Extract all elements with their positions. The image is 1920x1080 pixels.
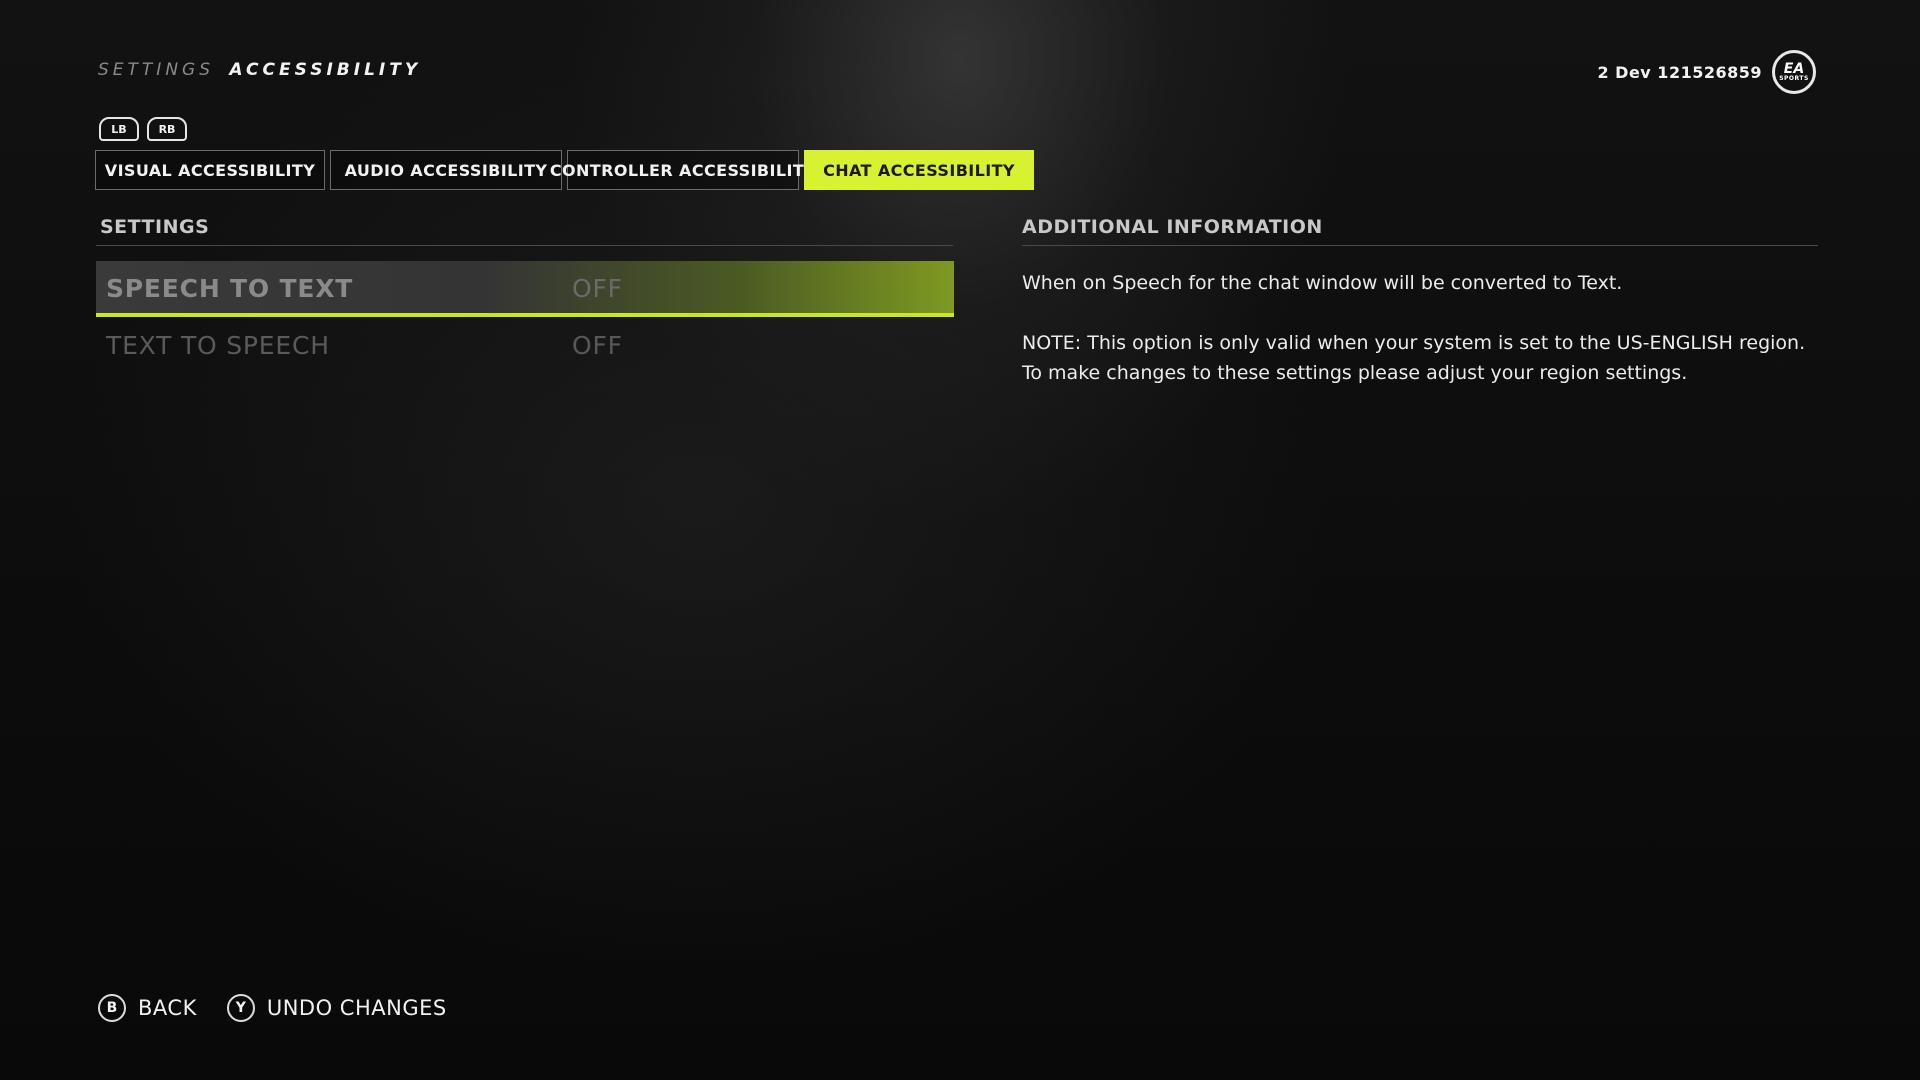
tab-audio-accessibility[interactable]: AUDIO ACCESSIBILITY xyxy=(330,150,562,190)
tab-visual-accessibility[interactable]: VISUAL ACCESSIBILITY xyxy=(95,150,325,190)
y-button-icon: Y xyxy=(226,994,255,1022)
breadcrumb: SETTINGS ACCESSIBILITY xyxy=(98,60,421,80)
tab-chat-accessibility[interactable]: CHAT ACCESSIBILITY xyxy=(804,150,1034,190)
lb-button-icon[interactable]: LB xyxy=(99,117,139,141)
breadcrumb-current: ACCESSIBILITY xyxy=(229,60,422,80)
back-label: BACK xyxy=(138,996,197,1020)
setting-value[interactable]: OFF xyxy=(572,274,623,303)
info-divider xyxy=(1022,245,1818,246)
info-heading: ADDITIONAL INFORMATION xyxy=(1022,216,1323,238)
breadcrumb-parent[interactable]: SETTINGS xyxy=(98,60,214,80)
tab-controller-accessibility[interactable]: CONTROLLER ACCESSIBILITY xyxy=(550,150,816,190)
info-text: When on Speech for the chat window will … xyxy=(1022,268,1822,418)
undo-changes-label: UNDO CHANGES xyxy=(266,996,447,1020)
setting-value[interactable]: OFF xyxy=(572,331,623,360)
settings-screen: SETTINGS ACCESSIBILITY 2 Dev 121526859 E… xyxy=(0,0,1920,1080)
back-button[interactable]: B BACK xyxy=(98,994,197,1022)
ea-sports-logo-icon: EA SPORTS xyxy=(1772,50,1816,94)
settings-heading: SETTINGS xyxy=(100,216,210,238)
info-note-paragraph: NOTE: This option is only valid when you… xyxy=(1022,332,1806,384)
setting-label: TEXT TO SPEECH xyxy=(106,331,330,360)
user-area: 2 Dev 121526859 EA SPORTS xyxy=(1597,50,1816,94)
logo-text: EA xyxy=(1783,61,1805,77)
user-id: 2 Dev 121526859 xyxy=(1597,62,1762,82)
b-button-icon: B xyxy=(98,994,126,1022)
setting-row-speech-to-text[interactable]: SPEECH TO TEXT OFF xyxy=(96,261,954,317)
rb-button-icon[interactable]: RB xyxy=(147,117,187,141)
setting-row-text-to-speech[interactable]: TEXT TO SPEECH OFF xyxy=(96,318,954,374)
settings-divider xyxy=(96,245,953,246)
tab-bar: VISUAL ACCESSIBILITY AUDIO ACCESSIBILITY… xyxy=(95,150,1034,190)
undo-changes-button[interactable]: Y UNDO CHANGES xyxy=(226,994,447,1022)
setting-label: SPEECH TO TEXT xyxy=(106,274,354,303)
info-paragraph: When on Speech for the chat window will … xyxy=(1022,272,1623,294)
bumper-hints: LB RB xyxy=(99,117,187,141)
footer-actions: B BACK Y UNDO CHANGES xyxy=(98,994,447,1022)
logo-subtext: SPORTS xyxy=(1779,75,1809,82)
